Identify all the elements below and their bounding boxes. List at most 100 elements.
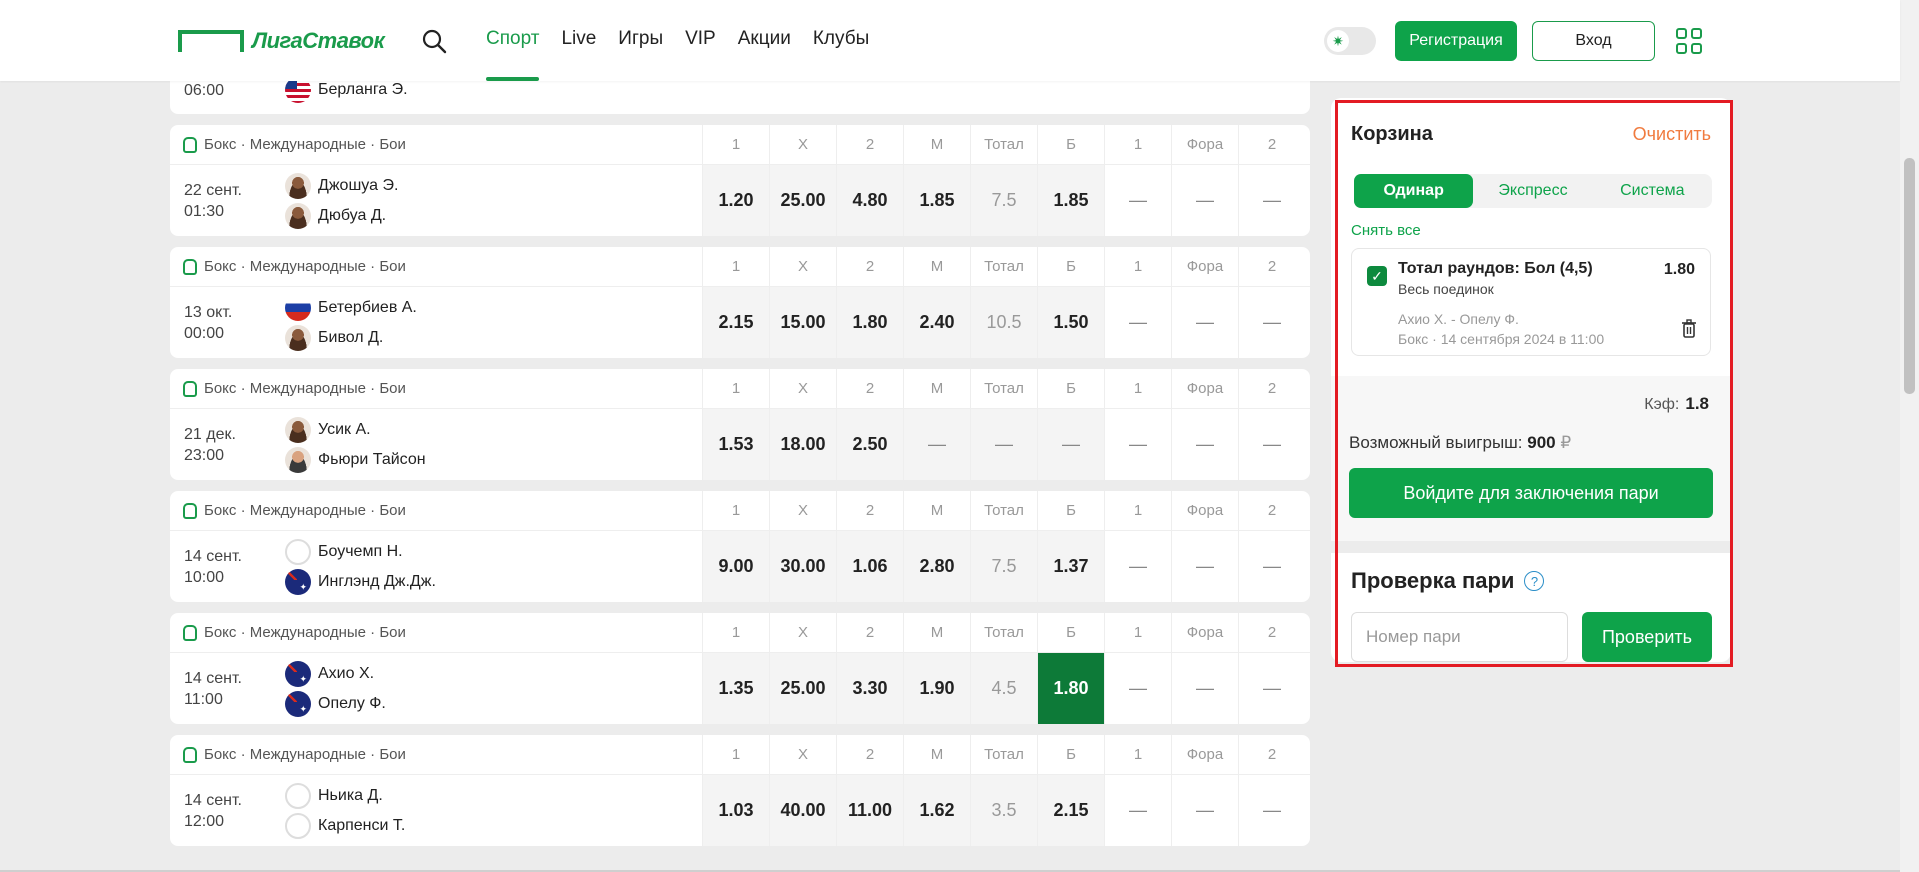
league-link[interactable]: Бокс · Международные · Бои bbox=[170, 491, 702, 530]
league-name: Бокс · Международные · Бои bbox=[204, 380, 406, 397]
odds-header: 1 bbox=[702, 491, 769, 530]
odds-button[interactable]: 4.5 bbox=[970, 653, 1037, 724]
odds-button[interactable]: 1.80 bbox=[836, 287, 903, 358]
event-card: Бокс · Международные · Бои 1 Х 2 М Тотал Б 1 Фор… bbox=[170, 491, 1310, 602]
register-button[interactable]: Регистрация bbox=[1395, 21, 1517, 61]
odds-header: Тотал bbox=[970, 125, 1037, 164]
page-scrollbar[interactable] bbox=[1900, 0, 1919, 872]
login-to-bet-button[interactable]: Войдите для заключения пари bbox=[1349, 468, 1713, 518]
scroll-thumb[interactable] bbox=[1904, 158, 1915, 394]
team: Усик А. bbox=[285, 416, 426, 443]
placeholder-avatar-icon bbox=[285, 782, 311, 809]
logo[interactable]: ЛигаСтавок bbox=[178, 28, 385, 54]
odds-button[interactable]: 2.15 bbox=[1037, 775, 1104, 846]
odds-button[interactable]: 2.50 bbox=[836, 409, 903, 480]
odds-button[interactable]: 1.80 bbox=[1037, 653, 1104, 724]
bet-checkbox[interactable]: ✓ bbox=[1367, 266, 1387, 286]
odds-button[interactable]: 10.5 bbox=[970, 287, 1037, 358]
league-link[interactable]: Бокс · Международные · Бои bbox=[170, 247, 702, 286]
league-link[interactable]: Бокс · Международные · Бои bbox=[170, 125, 702, 164]
help-icon[interactable]: ? bbox=[1524, 571, 1545, 591]
nav-games[interactable]: Игры bbox=[618, 0, 663, 81]
fighter-avatar bbox=[285, 172, 311, 199]
odds-header: Тотал bbox=[970, 369, 1037, 408]
nav-sport[interactable]: Спорт bbox=[486, 0, 540, 81]
odds-header: 1 bbox=[702, 247, 769, 286]
odds-button: — bbox=[1238, 531, 1305, 602]
odds-button[interactable]: 2.15 bbox=[702, 287, 769, 358]
event-info[interactable]: 14 сент. 11:00 Ахио Х. Опелу Ф. bbox=[170, 653, 702, 724]
odds-button[interactable]: 3.30 bbox=[836, 653, 903, 724]
nav-vip[interactable]: VIP bbox=[685, 0, 716, 81]
odds-button[interactable]: 15.00 bbox=[769, 287, 836, 358]
odds-button[interactable]: 1.50 bbox=[1037, 287, 1104, 358]
team: Карпенси Т. bbox=[285, 812, 405, 839]
odds-button[interactable]: 18.00 bbox=[769, 409, 836, 480]
tab-single[interactable]: Одинар bbox=[1354, 174, 1474, 208]
odds-button[interactable]: 1.35 bbox=[702, 653, 769, 724]
odds-button[interactable]: 1.37 bbox=[1037, 531, 1104, 602]
event-time: 12:00 bbox=[184, 812, 225, 830]
nav-live[interactable]: Live bbox=[561, 0, 596, 81]
odds-button[interactable]: 2.40 bbox=[903, 287, 970, 358]
odds-button[interactable]: 40.00 bbox=[769, 775, 836, 846]
team-name: Берланга Э. bbox=[318, 81, 408, 98]
uncheck-all-link[interactable]: Снять все bbox=[1351, 222, 1421, 239]
odds-button[interactable]: 1.06 bbox=[836, 531, 903, 602]
odds-button[interactable]: 1.20 bbox=[702, 165, 769, 236]
odds-button: — bbox=[1104, 775, 1171, 846]
event-info[interactable]: 14 сент. 10:00 Боучемп Н. Инглэнд Дж.Дж. bbox=[170, 531, 702, 602]
league-link[interactable]: Бокс · Международные · Бои bbox=[170, 735, 702, 774]
league-link[interactable]: Бокс · Международные · Бои bbox=[170, 613, 702, 652]
odds-header: Х bbox=[769, 369, 836, 408]
trash-icon[interactable] bbox=[1681, 319, 1697, 339]
tab-system[interactable]: Система bbox=[1593, 174, 1712, 208]
team-name: Усик А. bbox=[318, 420, 371, 438]
odds-button[interactable]: 1.03 bbox=[702, 775, 769, 846]
odds-button[interactable]: 1.85 bbox=[1037, 165, 1104, 236]
clear-cart-button[interactable]: Очистить bbox=[1633, 124, 1711, 145]
odds-button[interactable]: 2.80 bbox=[903, 531, 970, 602]
event-time: 10:00 bbox=[184, 568, 225, 586]
theme-toggle[interactable]: ✷ bbox=[1324, 27, 1376, 55]
odds-button[interactable]: 4.80 bbox=[836, 165, 903, 236]
odds-button[interactable]: 25.00 bbox=[769, 165, 836, 236]
odds-header: 2 bbox=[1238, 735, 1305, 774]
team-name: Бетербиев А. bbox=[318, 298, 417, 316]
odds-button[interactable]: 1.85 bbox=[903, 165, 970, 236]
odds-header: Тотал bbox=[970, 247, 1037, 286]
odds-header: 1 bbox=[702, 125, 769, 164]
check-bet-button[interactable]: Проверить bbox=[1582, 612, 1712, 662]
nav-promotions[interactable]: Акции bbox=[738, 0, 791, 81]
event-info[interactable]: 22 сент. 01:30 Джошуа Э. Дюбуа Д. bbox=[170, 165, 702, 236]
event-info[interactable]: 13 окт. 00:00 Бетербиев А. Бивол Д. bbox=[170, 287, 702, 358]
login-button[interactable]: Вход bbox=[1532, 21, 1655, 61]
league-link[interactable]: Бокс · Международные · Бои bbox=[170, 369, 702, 408]
odds-button[interactable]: 11.00 bbox=[836, 775, 903, 846]
event-info[interactable]: 14 сент. 12:00 Ньика Д. Карпенси Т. bbox=[170, 775, 702, 846]
odds-button[interactable]: 9.00 bbox=[702, 531, 769, 602]
odds-button[interactable]: 7.5 bbox=[970, 531, 1037, 602]
odds-button[interactable]: 3.5 bbox=[970, 775, 1037, 846]
event-date: 21 дек. bbox=[184, 425, 236, 443]
odds-button[interactable]: 25.00 bbox=[769, 653, 836, 724]
odds-header: М bbox=[903, 613, 970, 652]
apps-grid-icon[interactable] bbox=[1676, 28, 1702, 54]
odds-button: — bbox=[1171, 287, 1238, 358]
event-datetime: 22 сент. 01:30 bbox=[170, 180, 285, 222]
event-time: 01:30 bbox=[184, 202, 225, 220]
bet-number-input[interactable] bbox=[1351, 612, 1568, 662]
logo-text: ЛигаСтавок bbox=[252, 28, 385, 53]
odds-header: Фора bbox=[1171, 491, 1238, 530]
odds-button[interactable]: 1.53 bbox=[702, 409, 769, 480]
search-icon[interactable] bbox=[421, 28, 447, 54]
odds-button[interactable]: 30.00 bbox=[769, 531, 836, 602]
odds-button[interactable]: 7.5 bbox=[970, 165, 1037, 236]
nav-clubs[interactable]: Клубы bbox=[813, 0, 869, 81]
event-header: Бокс · Международные · Бои 1 Х 2 М Тотал Б 1 Фор… bbox=[170, 125, 1310, 165]
odds-button[interactable]: 1.62 bbox=[903, 775, 970, 846]
odds-button[interactable]: 1.90 bbox=[903, 653, 970, 724]
event-info[interactable]: 21 дек. 23:00 Усик А. Фьюри Тайсон bbox=[170, 409, 702, 480]
tab-express[interactable]: Экспресс bbox=[1473, 174, 1592, 208]
event-header: Бокс · Международные · Бои 1 Х 2 М Тотал Б 1 Фор… bbox=[170, 735, 1310, 775]
